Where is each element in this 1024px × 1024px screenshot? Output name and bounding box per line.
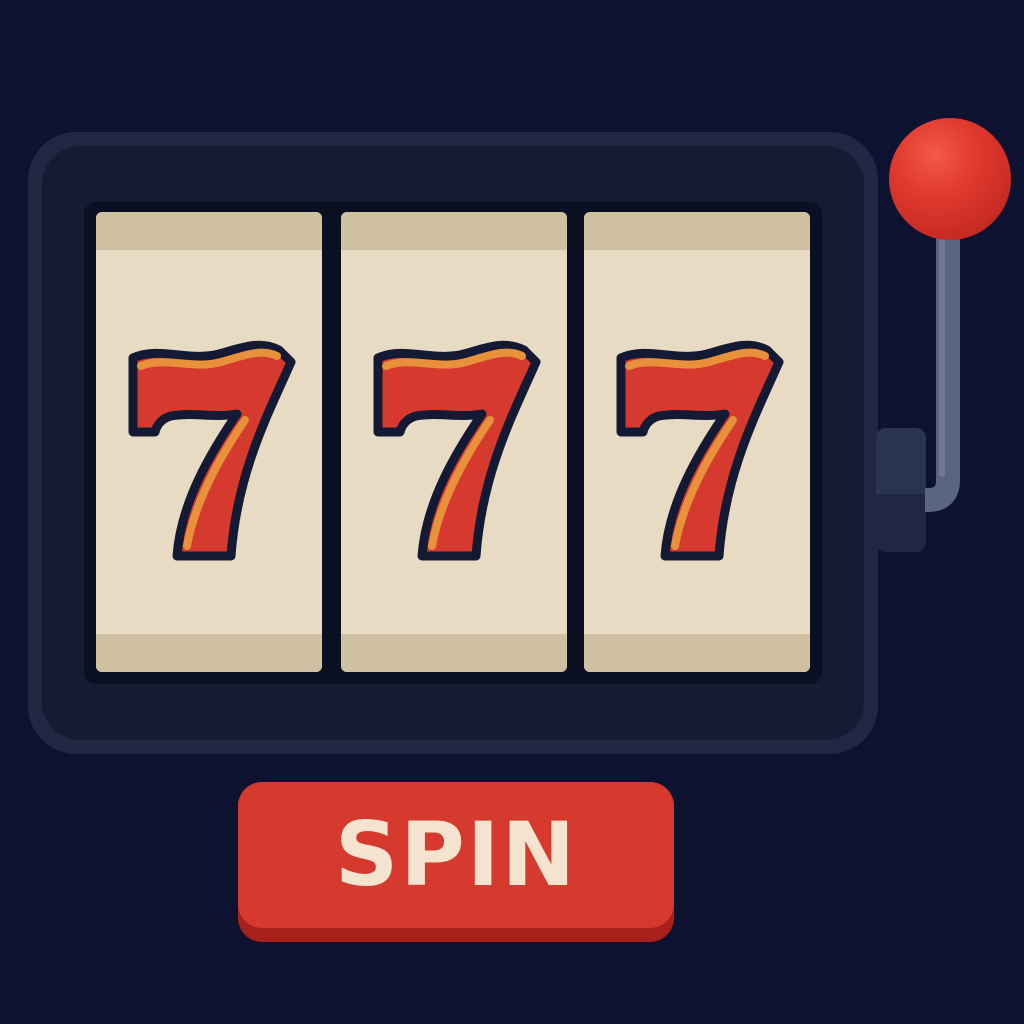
reel-shade-top: [584, 212, 810, 250]
reel-shade-top: [96, 212, 322, 250]
reel-1: [96, 212, 322, 672]
reel-3: [584, 212, 810, 672]
reel-shade-bottom: [584, 634, 810, 672]
reel-shade-bottom: [341, 634, 567, 672]
reel-2: [341, 212, 567, 672]
spin-button[interactable]: SPIN: [238, 782, 674, 942]
spin-button-label: SPIN: [334, 803, 578, 906]
lever-knob[interactable]: [889, 118, 1011, 240]
spin-button-face: SPIN: [238, 782, 674, 928]
lever-icon[interactable]: [925, 230, 971, 514]
lever-mount-cap: [876, 428, 926, 494]
slot-machine-screen: SPIN: [0, 0, 1024, 1024]
reel-shade-bottom: [96, 634, 322, 672]
seven-icon: [584, 332, 810, 582]
seven-icon: [341, 332, 567, 582]
seven-icon: [96, 332, 322, 582]
reel-shade-top: [341, 212, 567, 250]
